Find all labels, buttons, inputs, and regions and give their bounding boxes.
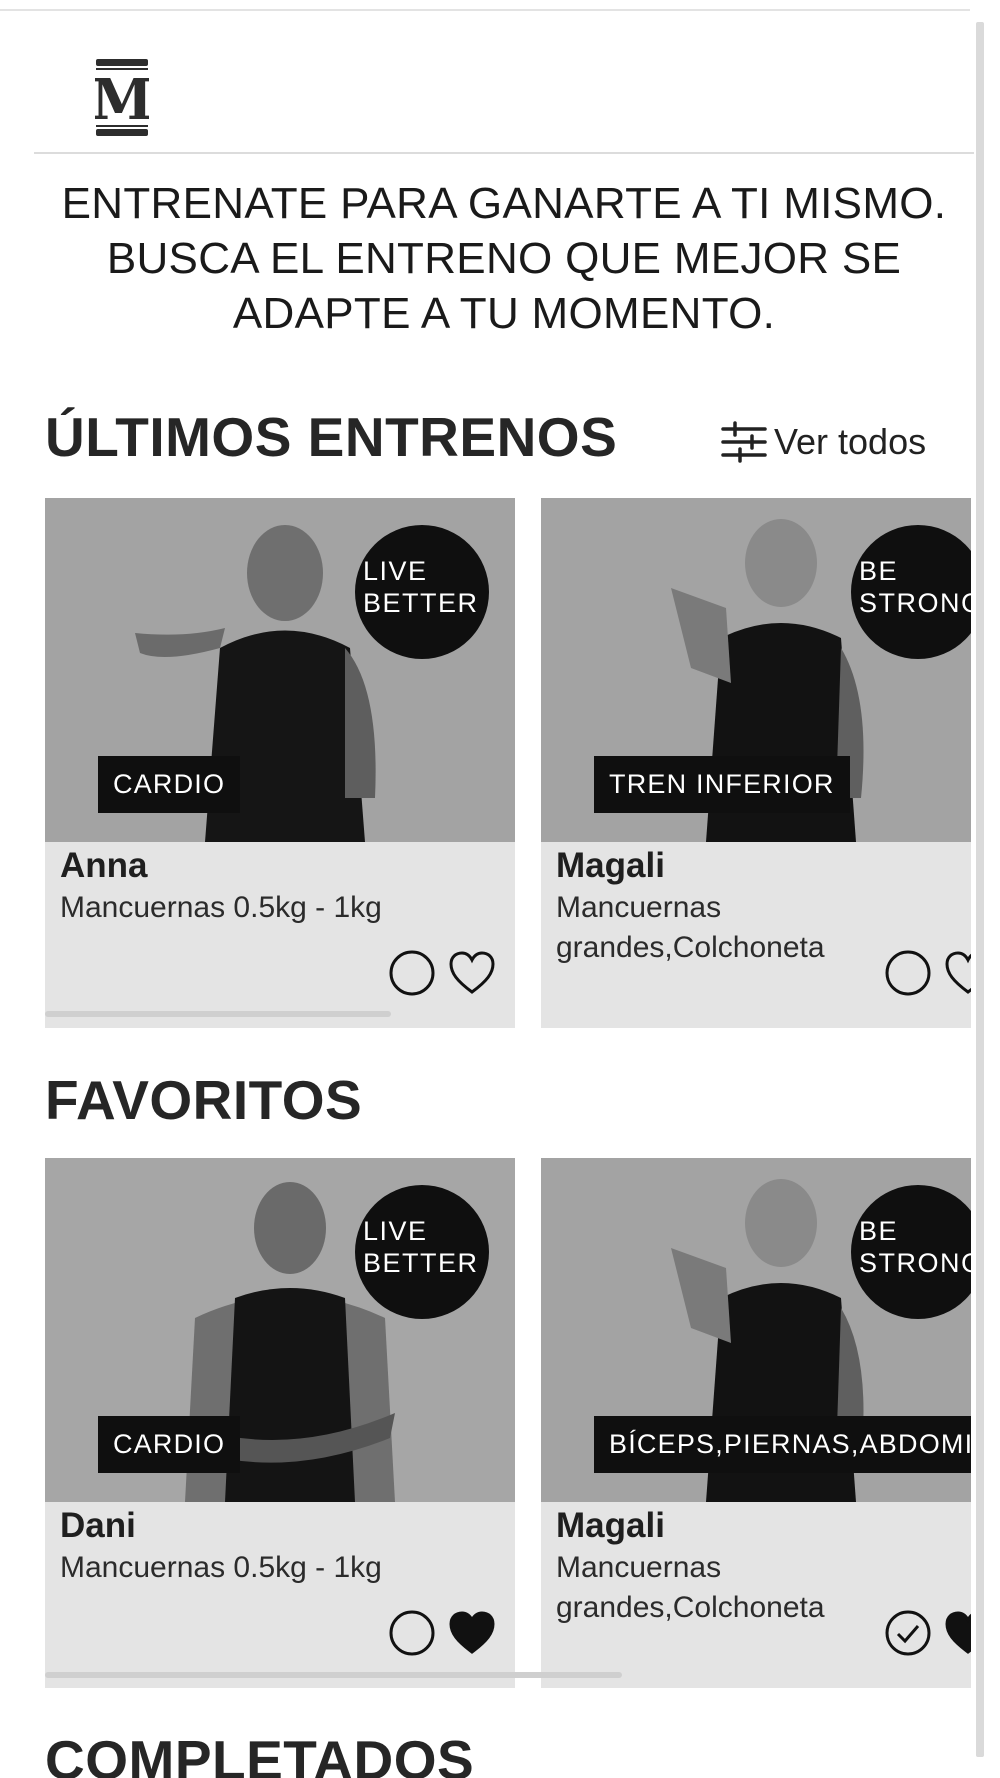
circle-check-icon[interactable] (387, 1608, 437, 1658)
vertical-scrollbar[interactable] (976, 22, 984, 1757)
category-tag: CARDIO (98, 1416, 241, 1473)
equipment-text: Mancuernas 0.5kg - 1kg (60, 1551, 382, 1584)
trainer-photo: BE STRONG BÍCEPS,PIERNAS,ABDOMIN... (541, 1158, 971, 1502)
trainer-name: Anna (60, 846, 148, 885)
heart-icon[interactable] (447, 1608, 497, 1658)
section-title-completed: COMPLETADOS (45, 1729, 475, 1778)
circle-check-icon[interactable] (883, 948, 933, 998)
motto-badge: LIVE BETTER (355, 525, 489, 659)
motto-badge-text: BE STRONG (859, 1216, 971, 1278)
category-tag: BÍCEPS,PIERNAS,ABDOMIN... (594, 1416, 971, 1473)
trainer-photo: BE STRONG TREN INFERIOR (541, 498, 971, 842)
sliders-icon (721, 421, 767, 463)
tagline-line: BUSCA EL ENTRENO QUE MEJOR SE (106, 234, 902, 283)
app-header: M (34, 40, 974, 154)
brand-logo[interactable]: M (95, 59, 149, 136)
equipment-text: Mancuernas 0.5kg - 1kg (60, 891, 382, 924)
motto-badge: LIVE BETTER (355, 1185, 489, 1319)
tagline-line: ADAPTE A TU MOMENTO. (232, 289, 776, 338)
workout-card[interactable]: LIVE BETTER CARDIO Anna Mancuernas 0.5kg… (45, 498, 515, 1028)
section-title-latest: ÚLTIMOS ENTRENOS (45, 406, 618, 468)
workout-card[interactable]: BE STRONG TREN INFERIOR Magali Mancuerna… (541, 498, 971, 1028)
trainer-photo: LIVE BETTER CARDIO (45, 498, 515, 842)
equipment-text: Mancuernas grandes,Colchoneta (556, 891, 825, 964)
tagline: ENTRENATE PARA GANARTE A TI MISMO. BUSCA… (34, 176, 974, 341)
latest-carousel[interactable]: LIVE BETTER CARDIO Anna Mancuernas 0.5kg… (45, 498, 971, 1028)
equipment-text: Mancuernas grandes,Colchoneta (556, 1551, 825, 1624)
category-tag: CARDIO (98, 756, 241, 813)
category-tag: TREN INFERIOR (594, 756, 850, 813)
brand-logo-letter: M (95, 67, 149, 133)
heart-icon[interactable] (943, 948, 971, 998)
view-all-button[interactable]: Ver todos (720, 418, 926, 466)
section-title-favorites: FAVORITOS (45, 1069, 363, 1131)
motto-badge-text: LIVE BETTER (363, 1216, 479, 1278)
favorites-carousel[interactable]: LIVE BETTER CARDIO Dani Mancuernas 0.5kg… (45, 1158, 971, 1688)
circle-check-icon[interactable] (387, 948, 437, 998)
heart-icon[interactable] (943, 1608, 971, 1658)
circle-check-icon[interactable] (883, 1608, 933, 1658)
trainer-photo: LIVE BETTER CARDIO (45, 1158, 515, 1502)
carousel-scrollbar[interactable] (45, 1011, 391, 1017)
heart-icon[interactable] (447, 948, 497, 998)
top-divider (0, 9, 970, 11)
trainer-name: Magali (556, 1506, 665, 1545)
carousel-scrollbar[interactable] (45, 1672, 622, 1678)
workout-card[interactable]: LIVE BETTER CARDIO Dani Mancuernas 0.5kg… (45, 1158, 515, 1688)
trainer-name: Dani (60, 1506, 136, 1545)
workout-card[interactable]: BE STRONG BÍCEPS,PIERNAS,ABDOMIN... Maga… (541, 1158, 971, 1688)
tagline-line: ENTRENATE PARA GANARTE A TI MISMO. (61, 179, 947, 228)
view-all-label: Ver todos (774, 421, 927, 462)
motto-badge-text: LIVE BETTER (363, 556, 479, 618)
motto-badge-text: BE STRONG (859, 556, 971, 618)
trainer-name: Magali (556, 846, 665, 885)
